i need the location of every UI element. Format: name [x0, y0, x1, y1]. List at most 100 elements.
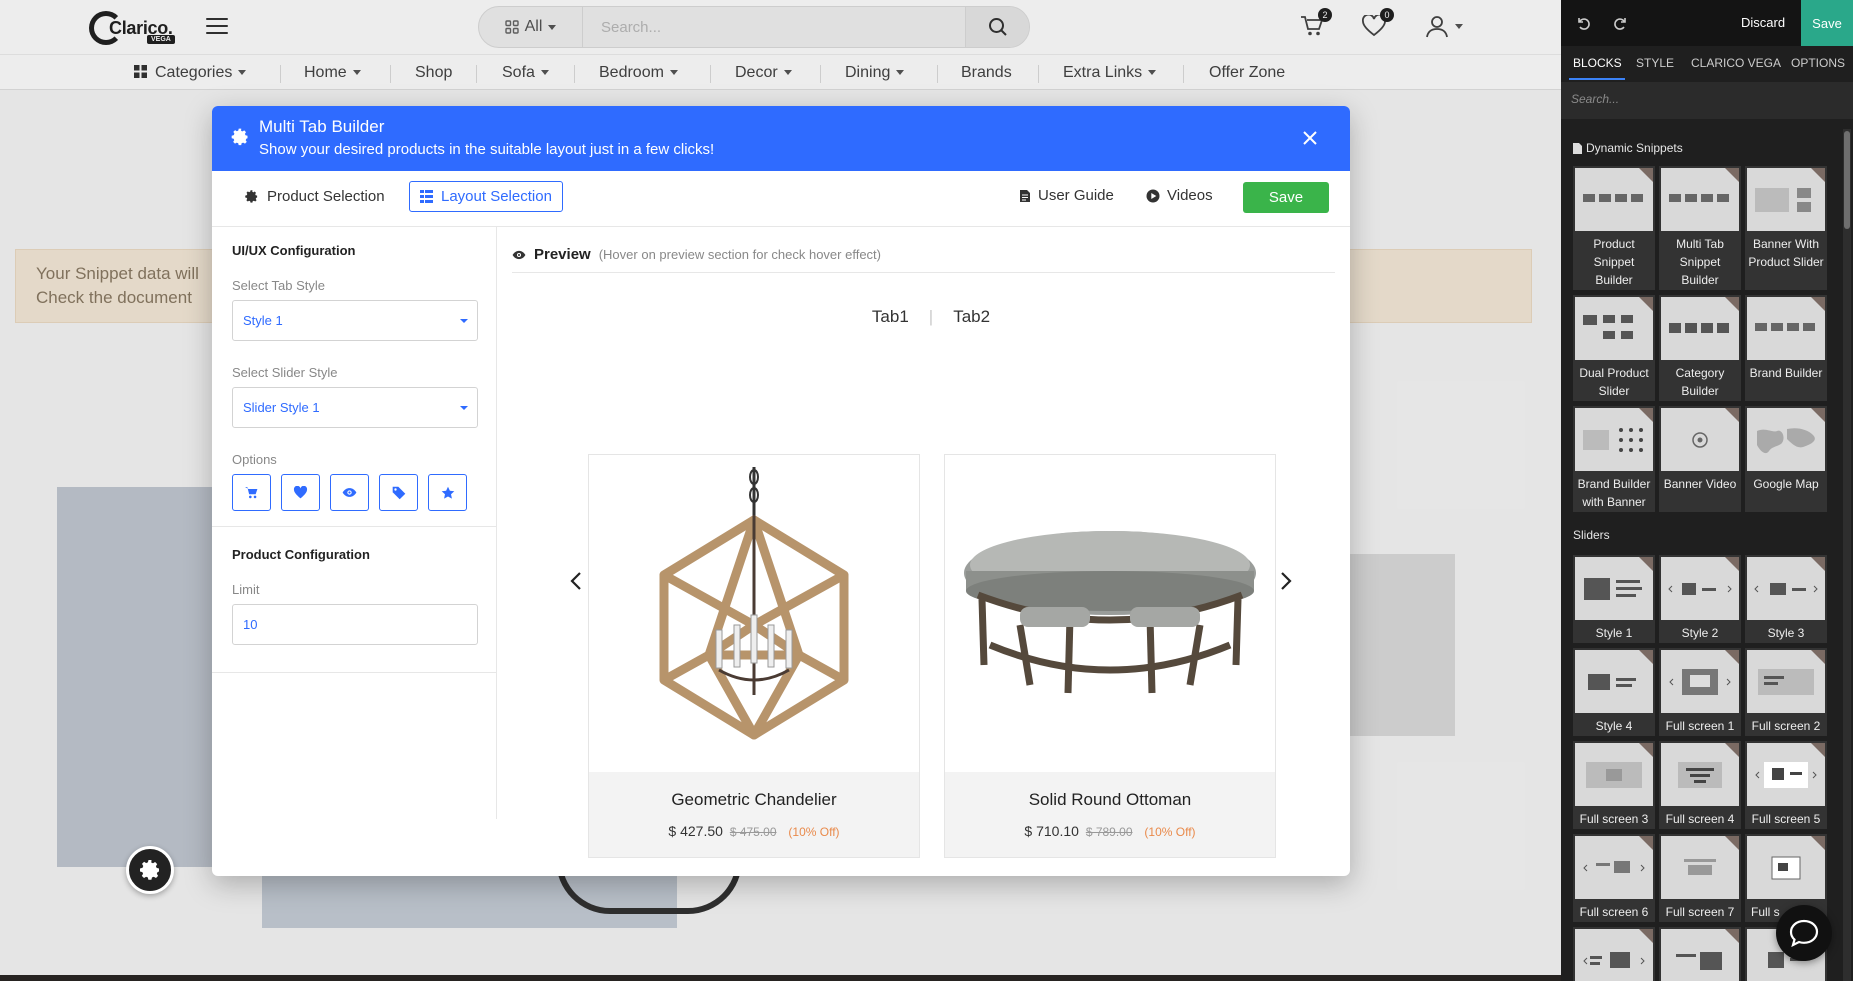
product-old-price: $ 789.00 [1085, 825, 1133, 839]
file-icon [1573, 142, 1582, 154]
rating-option[interactable] [428, 474, 467, 511]
tab-clarico-vega[interactable]: CLARICO VEGA [1691, 56, 1781, 70]
tile-label: Style 3 [1767, 626, 1805, 640]
ottoman-image [964, 530, 1256, 693]
gear-icon [140, 860, 159, 880]
product-image [945, 455, 1275, 774]
chevron-left-icon[interactable] [569, 572, 583, 590]
snippet-tile-brand-builder[interactable]: Brand Builder [1745, 295, 1827, 401]
label-option[interactable] [379, 474, 418, 511]
tab-blocks[interactable]: BLOCKS [1573, 56, 1622, 70]
options-label: Options [232, 452, 277, 467]
preview-title: Preview [534, 246, 591, 263]
save-button[interactable]: Save [1243, 182, 1329, 213]
undo-icon[interactable] [1575, 15, 1591, 31]
tab-layout-selection[interactable]: Layout Selection [409, 181, 563, 212]
tile-label: Brand Builder [1749, 366, 1823, 380]
tile-thumbnail [1575, 650, 1653, 713]
tab-product-selection[interactable]: Product Selection [234, 181, 395, 212]
product-info: Geometric Chandelier $ 427.50 $ 475.00 (… [589, 772, 919, 857]
add-to-cart-option[interactable] [232, 474, 271, 511]
slider-tile-style-1[interactable]: Style 1 [1573, 555, 1655, 643]
product-card[interactable]: Geometric Chandelier $ 427.50 $ 475.00 (… [588, 454, 920, 858]
slider-tile-full-screen-2[interactable]: Full screen 2 [1745, 648, 1827, 736]
star-icon [441, 486, 454, 499]
tag-icon [392, 486, 405, 499]
chevron-right-icon[interactable] [1279, 572, 1293, 590]
tile-thumbnail [1575, 408, 1653, 471]
tile-label: Style 4 [1595, 719, 1633, 733]
snippet-tile-multi-tab-snippet-builder[interactable]: Multi Tab Snippet Builder [1659, 166, 1741, 290]
slider-tile-full-screen-5[interactable]: Full screen 5 [1745, 741, 1827, 829]
tile-thumbnail [1747, 408, 1825, 471]
snippet-tile-category-builder[interactable]: Category Builder [1659, 295, 1741, 401]
select-value: Slider Style 1 [243, 400, 320, 415]
table-icon [420, 190, 433, 203]
limit-input[interactable]: 10 [232, 604, 478, 645]
videos-link[interactable]: Videos [1146, 187, 1213, 204]
tile-label: Multi Tab Snippet Builder [1676, 237, 1724, 287]
snippet-settings-button[interactable] [126, 846, 174, 894]
chevron-down-icon [460, 406, 468, 410]
slider-style-select[interactable]: Slider Style 1 [232, 387, 478, 428]
tab-style-label: Select Tab Style [232, 278, 325, 293]
tile-label: Full screen 5 [1751, 812, 1821, 826]
preview-tabs: Tab1 | Tab2 [871, 307, 991, 326]
configuration-panel: UI/UX Configuration Select Tab Style Sty… [212, 227, 497, 819]
multi-tab-builder-dialog: Multi Tab Builder Show your desired prod… [212, 106, 1350, 876]
blocks-list: Dynamic Snippets Product Snippet Builder… [1561, 121, 1853, 981]
slider-tile-style-4[interactable]: Style 4 [1573, 648, 1655, 736]
slider-tile[interactable] [1573, 927, 1655, 981]
options-toggle-group [232, 474, 476, 511]
tile-thumbnail [1661, 297, 1739, 360]
dynamic-snippets-heading: Dynamic Snippets [1573, 141, 1683, 155]
slider-tile[interactable] [1659, 927, 1741, 981]
snippet-tile-product-snippet-builder[interactable]: Product Snippet Builder [1573, 166, 1655, 290]
discard-button[interactable]: Discard [1741, 15, 1785, 30]
editor-save-button[interactable]: Save [1801, 0, 1853, 46]
product-card[interactable]: Solid Round Ottoman $ 710.10 $ 789.00 (1… [944, 454, 1276, 858]
tile-thumbnail [1661, 408, 1739, 471]
slider-tile-full-screen-6[interactable]: Full screen 6 [1573, 834, 1655, 922]
tile-thumbnail [1747, 297, 1825, 360]
section-title: UI/UX Configuration [232, 243, 356, 258]
slider-tile-full-screen-1[interactable]: Full screen 1 [1659, 648, 1741, 736]
gear-icon [231, 128, 248, 146]
product-name: Solid Round Ottoman [1028, 790, 1192, 809]
redo-icon[interactable] [1613, 15, 1629, 31]
slider-tile-full-screen-4[interactable]: Full screen 4 [1659, 741, 1741, 829]
product-price-row: $ 710.10 $ 789.00 (10% Off) [945, 823, 1275, 839]
close-icon[interactable] [1302, 130, 1318, 146]
snippet-tile-banner-with-product-slider[interactable]: Banner With Product Slider [1745, 166, 1827, 290]
wishlist-option[interactable] [281, 474, 320, 511]
snippet-tile-dual-product-slider[interactable]: Dual Product Slider [1573, 295, 1655, 401]
tile-thumbnail [1661, 557, 1739, 620]
snippet-tile-google-map[interactable]: Google Map [1745, 406, 1827, 512]
tab-style-select[interactable]: Style 1 [232, 300, 478, 341]
scrollbar-thumb[interactable] [1844, 131, 1850, 229]
live-chat-button[interactable] [1776, 905, 1832, 961]
editor-toolbar: Discard Save [1561, 0, 1853, 46]
slider-tile-style-2[interactable]: Style 2 [1659, 555, 1741, 643]
tile-thumbnail [1747, 650, 1825, 713]
slider-tile-full-screen-3[interactable]: Full screen 3 [1573, 741, 1655, 829]
product-configuration-section: Product Configuration Limit 10 [212, 527, 496, 673]
tile-label: Full screen 1 [1665, 719, 1735, 733]
tile-label: Full screen 3 [1579, 812, 1649, 826]
tile-thumbnail [1747, 836, 1825, 899]
slider-tile-style-3[interactable]: Style 3 [1745, 555, 1827, 643]
scrollbar-track[interactable] [1843, 129, 1851, 981]
blocks-search-input[interactable]: Search... [1561, 82, 1853, 119]
tile-label: Dual Product Slider [1579, 366, 1649, 398]
preview-tab-1[interactable]: Tab1 [872, 307, 909, 326]
preview-tab-2[interactable]: Tab2 [953, 307, 990, 326]
preview-header: Preview (Hover on preview section for ch… [512, 237, 1335, 273]
tab-options[interactable]: OPTIONS [1791, 56, 1845, 70]
snippet-tile-banner-video[interactable]: Banner Video [1659, 406, 1741, 512]
tab-style[interactable]: STYLE [1636, 56, 1674, 70]
snippet-tile-brand-builder-with-banner[interactable]: Brand Builder with Banner [1573, 406, 1655, 512]
user-guide-link[interactable]: User Guide [1019, 187, 1114, 204]
quick-view-option[interactable] [330, 474, 369, 511]
product-price: $ 427.50 [668, 823, 723, 839]
slider-tile-full-screen-7[interactable]: Full screen 7 [1659, 834, 1741, 922]
